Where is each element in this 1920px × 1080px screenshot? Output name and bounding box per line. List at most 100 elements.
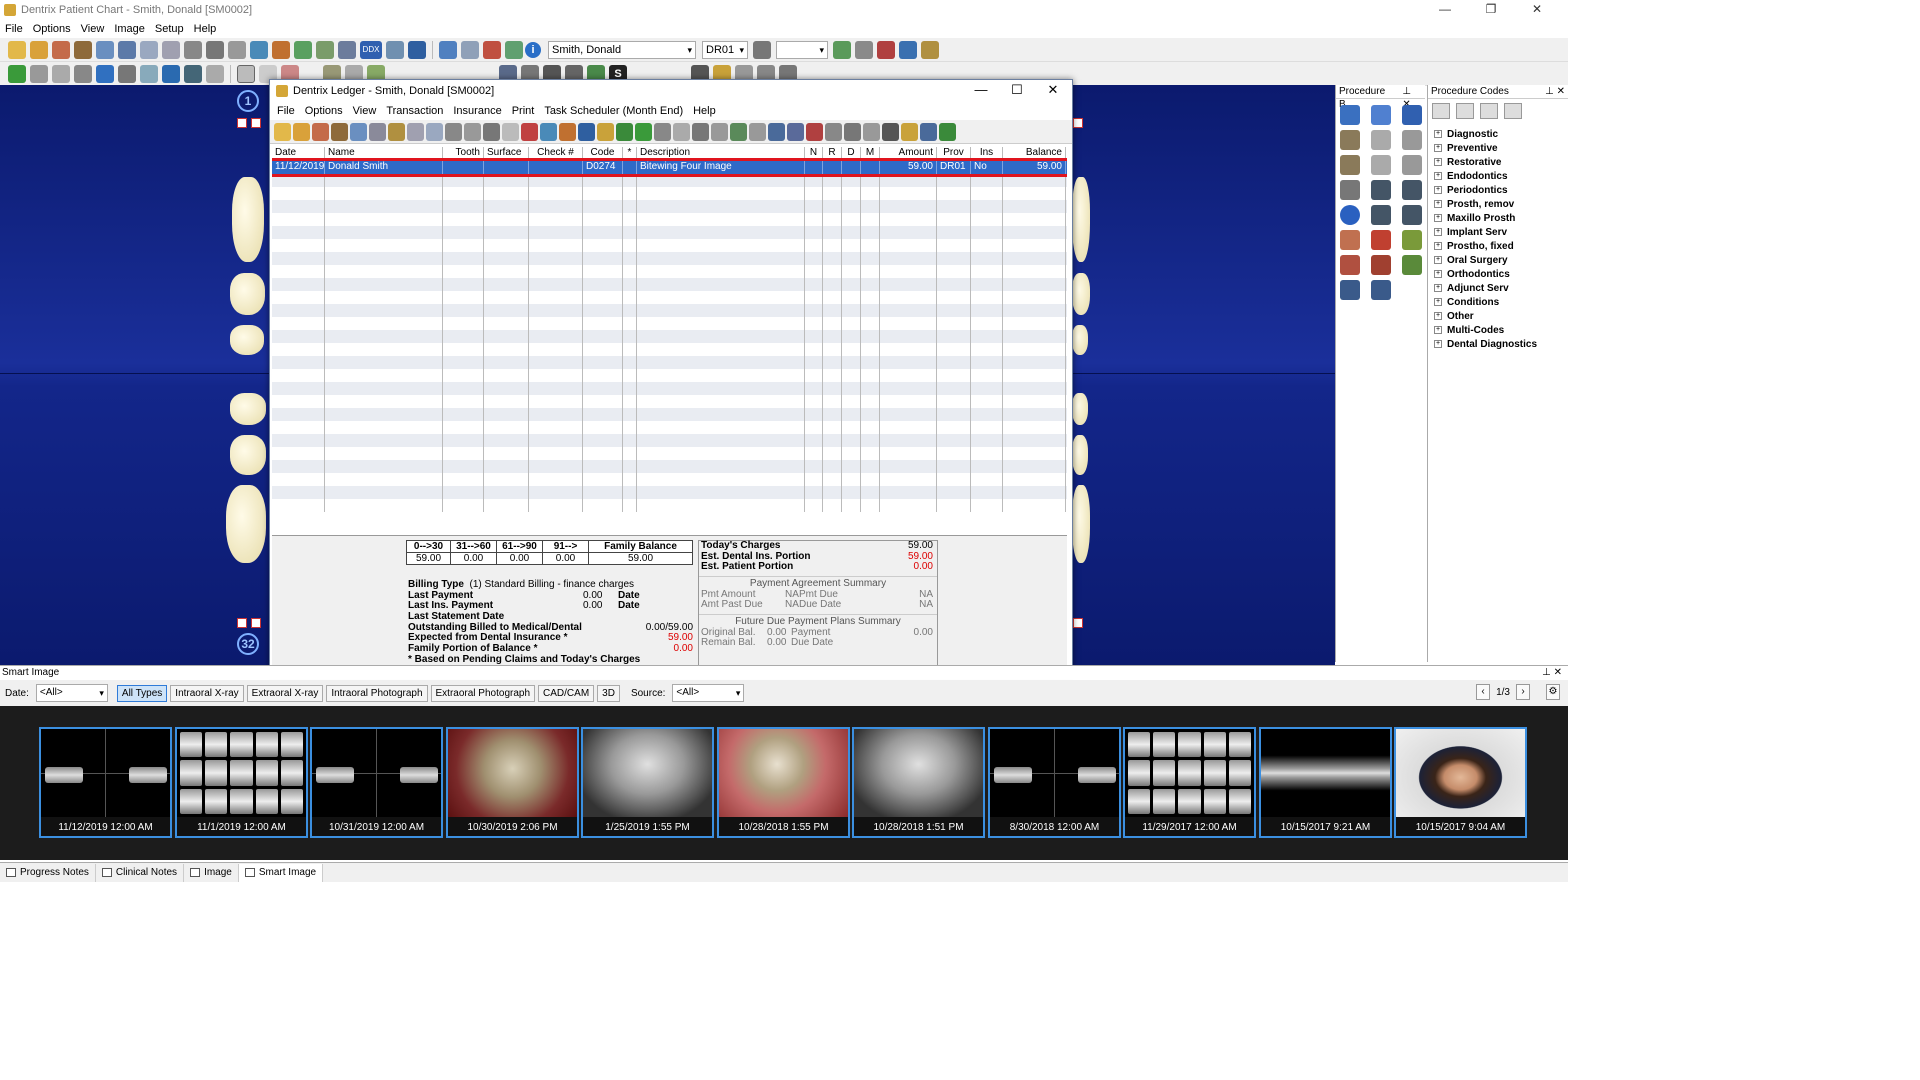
- perio-icon[interactable]: [96, 40, 114, 59]
- hand-icon[interactable]: [753, 40, 771, 59]
- tooth-button[interactable]: [1402, 230, 1422, 250]
- bank-icon[interactable]: [730, 122, 747, 141]
- ledger-row-empty[interactable]: [272, 369, 1067, 382]
- ledger-row-empty[interactable]: [272, 278, 1067, 291]
- ledger-row-empty[interactable]: [272, 265, 1067, 278]
- close-button[interactable]: ✕: [1514, 0, 1560, 18]
- plan-icon[interactable]: [616, 122, 633, 141]
- ledger-row-empty[interactable]: [272, 187, 1067, 200]
- tooth-lower-premolar[interactable]: [230, 435, 266, 475]
- restore-button[interactable]: ❐: [1468, 0, 1514, 18]
- ledger-row-empty[interactable]: [272, 356, 1067, 369]
- ledger-row-empty[interactable]: [272, 252, 1067, 265]
- d3310-button[interactable]: [1371, 155, 1391, 175]
- col-code[interactable]: Code: [583, 147, 623, 160]
- ledger-row-empty[interactable]: [272, 317, 1067, 330]
- ledger-row-empty[interactable]: [272, 174, 1067, 187]
- tab-smart-image[interactable]: Smart Image: [238, 863, 324, 882]
- partial-button[interactable]: [1371, 255, 1391, 275]
- code-category-prosth-remov[interactable]: + Prosth, remov: [1434, 197, 1562, 211]
- filter-intraoral-xray-button[interactable]: Intraoral X-ray: [170, 684, 244, 702]
- code-category-oral-surgery[interactable]: + Oral Surgery: [1434, 253, 1562, 267]
- image-thumbnail[interactable]: 11/29/2017 12:00 AM: [1123, 727, 1256, 838]
- patient-info-icon[interactable]: i: [525, 41, 541, 58]
- tab-progress-notes[interactable]: Progress Notes: [0, 863, 96, 882]
- document-center-icon[interactable]: [140, 40, 158, 59]
- ledger-menu-help[interactable]: Help: [688, 105, 721, 117]
- code-category-endodontics[interactable]: + Endodontics: [1434, 169, 1562, 183]
- col-description[interactable]: Description: [637, 147, 805, 160]
- filter-extraoral-xray-button[interactable]: Extraoral X-ray: [246, 684, 324, 702]
- menu-options[interactable]: Options: [28, 23, 76, 35]
- code-category-other[interactable]: + Other: [1434, 309, 1562, 323]
- ledger-menu-print[interactable]: Print: [507, 105, 540, 117]
- ledger-row-empty[interactable]: [272, 382, 1067, 395]
- send-icon[interactable]: [52, 64, 70, 83]
- provider-selector[interactable]: DR01: [702, 40, 748, 59]
- col-name[interactable]: Name: [325, 147, 443, 160]
- ins-claim2-icon[interactable]: [768, 122, 785, 141]
- medical-alert-icon[interactable]: [483, 40, 501, 59]
- menu-file[interactable]: File: [0, 23, 28, 35]
- view-toggle-icon[interactable]: [237, 64, 255, 83]
- doc2-icon[interactable]: [426, 122, 443, 141]
- continuing-care-icon[interactable]: [294, 40, 312, 59]
- tooth-upper-premolar[interactable]: [230, 273, 265, 315]
- col-amount[interactable]: Amount: [880, 147, 937, 160]
- image-thumbnail[interactable]: 11/12/2019 12:00 AM: [39, 727, 172, 838]
- hand-pointer-icon[interactable]: [74, 64, 92, 83]
- image-thumbnail[interactable]: 8/30/2018 12:00 AM: [988, 727, 1121, 838]
- notes-icon[interactable]: [369, 122, 386, 141]
- patients-icon[interactable]: [439, 40, 457, 59]
- implant-crown-button[interactable]: [1402, 180, 1422, 200]
- crown-button[interactable]: [1402, 105, 1422, 125]
- pen-icon[interactable]: [140, 64, 158, 83]
- doc3-icon[interactable]: [445, 122, 462, 141]
- next-page-button[interactable]: ›: [1516, 684, 1530, 700]
- er-button[interactable]: [1371, 230, 1391, 250]
- lock-icon[interactable]: [863, 122, 880, 141]
- code-category-periodontics[interactable]: + Periodontics: [1434, 183, 1562, 197]
- transfer-icon[interactable]: [711, 122, 728, 141]
- ledger-menu-file[interactable]: File: [272, 105, 300, 117]
- tooth-lower-right[interactable]: [1072, 485, 1090, 563]
- cycle-icon[interactable]: [8, 64, 26, 83]
- quick-letters-icon[interactable]: [250, 40, 268, 59]
- image-icon[interactable]: [162, 64, 180, 83]
- tool-icon[interactable]: [825, 122, 842, 141]
- chart-icon[interactable]: [350, 122, 367, 141]
- ledger-row-empty[interactable]: [272, 226, 1067, 239]
- appt-icon[interactable]: [274, 122, 291, 141]
- tooth-upper-right[interactable]: [1072, 325, 1088, 355]
- reports-icon[interactable]: [184, 40, 202, 59]
- ledger-row-empty[interactable]: [272, 421, 1067, 434]
- col-n[interactable]: N: [805, 147, 823, 160]
- family-file-icon[interactable]: [30, 40, 48, 59]
- camera-icon[interactable]: [833, 40, 851, 59]
- r-icon[interactable]: [502, 122, 519, 141]
- exit-icon[interactable]: [920, 122, 937, 141]
- ledger-maximize-button[interactable]: ☐: [998, 82, 1036, 98]
- printer-icon[interactable]: [30, 64, 48, 83]
- tooth-upper-right[interactable]: [1072, 273, 1090, 315]
- code-category-implant-serv[interactable]: + Implant Serv: [1434, 225, 1562, 239]
- col-check[interactable]: Check #: [529, 147, 583, 160]
- grid-icon[interactable]: [206, 40, 224, 59]
- d3320-button[interactable]: [1371, 130, 1391, 150]
- minimize-button[interactable]: —: [1422, 0, 1468, 18]
- denture-button[interactable]: [1340, 255, 1360, 275]
- probe-icon[interactable]: [118, 64, 136, 83]
- code-category-preventive[interactable]: + Preventive: [1434, 141, 1562, 155]
- detail-view-icon[interactable]: [1456, 103, 1474, 119]
- code-category-conditions[interactable]: + Conditions: [1434, 295, 1562, 309]
- office-manager-icon[interactable]: [118, 40, 136, 59]
- presenter-icon[interactable]: [386, 40, 404, 59]
- clipboard-icon[interactable]: [921, 40, 939, 59]
- check-icon[interactable]: [899, 40, 917, 59]
- ins-claim-icon[interactable]: [749, 122, 766, 141]
- image-thumbnail[interactable]: 10/15/2017 9:21 AM: [1259, 727, 1392, 838]
- filter-intraoral-photo-button[interactable]: Intraoral Photograph: [326, 684, 428, 702]
- code-category-prostho-fixed[interactable]: + Prostho, fixed: [1434, 239, 1562, 253]
- ddx-icon[interactable]: DDX: [360, 40, 382, 59]
- money-icon[interactable]: [597, 122, 614, 141]
